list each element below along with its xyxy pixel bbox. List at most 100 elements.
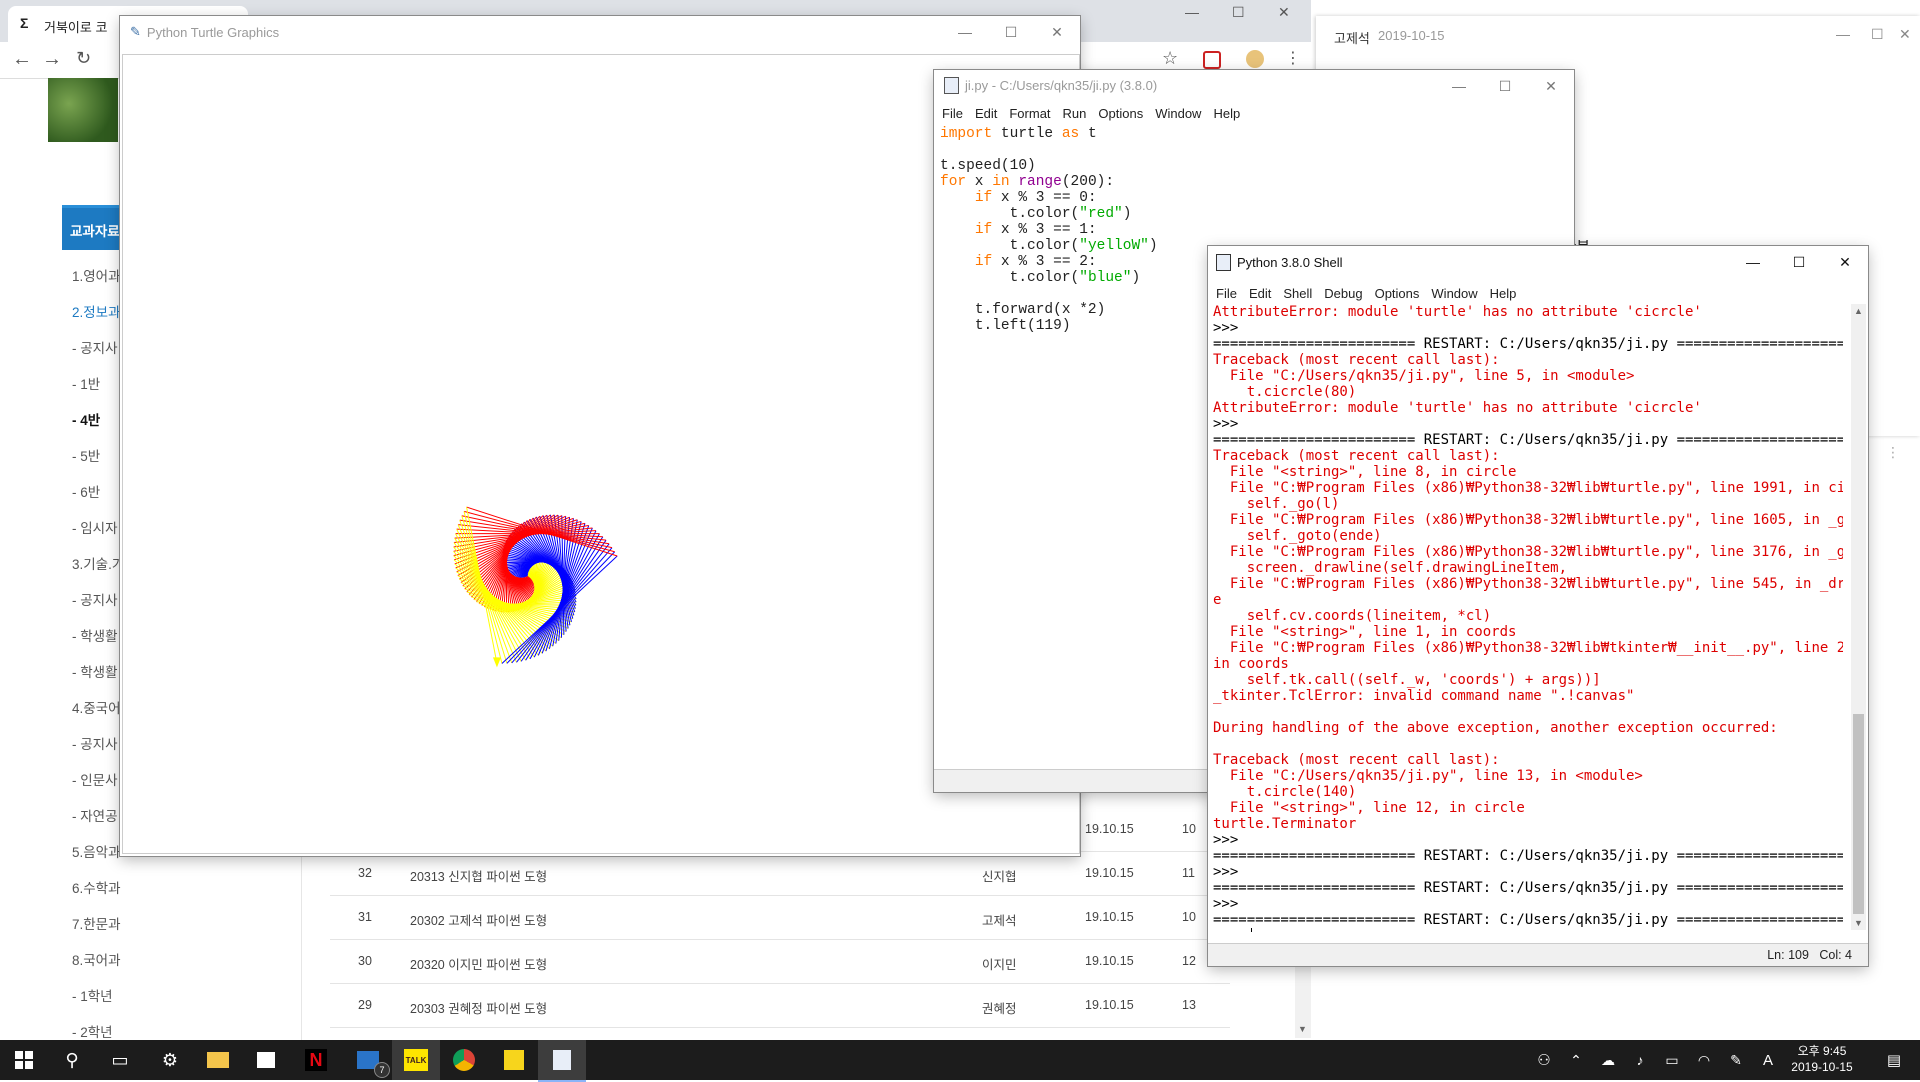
shell-window: Python 3.8.0 Shell — ☐ ✕ FileEditShellDe… <box>1208 246 1868 966</box>
menu-help[interactable]: Help <box>1213 106 1240 121</box>
shell-line: File "C:₩Program Files (x86)₩Python38-32… <box>1213 576 1843 592</box>
shell-line: self._goto(ende) <box>1213 528 1843 544</box>
menu-edit[interactable]: Edit <box>1249 286 1271 301</box>
sidebar-item[interactable]: - 6반 <box>72 481 100 501</box>
profile-icon[interactable] <box>1246 50 1264 68</box>
clock[interactable]: 오후 9:45 2019-10-15 <box>1788 1043 1856 1075</box>
editor-close-button[interactable]: ✕ <box>1528 70 1574 102</box>
sidebar-item[interactable]: 2.정보과 <box>72 301 121 321</box>
menu-window[interactable]: Window <box>1155 106 1201 121</box>
kakaotalk-icon[interactable]: TALK <box>392 1040 440 1080</box>
sidebar-item[interactable]: - 5반 <box>72 445 100 465</box>
shell-scroll-down-icon[interactable]: ▼ <box>1854 918 1863 928</box>
menu-debug[interactable]: Debug <box>1324 286 1362 301</box>
turtle-cursor-icon <box>493 657 501 667</box>
turtle-close-button[interactable]: ✕ <box>1034 16 1080 48</box>
menu-shell[interactable]: Shell <box>1283 286 1312 301</box>
table-row[interactable]: 3220313 신지협 파이썬 도형신지협19.10.1511 <box>330 852 1230 896</box>
task-view-icon[interactable]: ▭ <box>96 1040 144 1080</box>
notes-scroll-indicator-icon[interactable]: ⋮ <box>1886 444 1900 461</box>
shell-line: self.tk.call((self._w, 'coords') + args)… <box>1213 672 1843 688</box>
taskbar: ⚲ ▭ ⚙ N 7 TALK ⚇ ⌃ ☁ ♪ ▭ ◠ ✎ A 오후 9:45 2… <box>0 1040 1920 1080</box>
settings-gear-icon[interactable]: ⚙ <box>146 1040 194 1080</box>
turtle-minimize-button[interactable]: — <box>942 16 988 48</box>
row-date: 19.10.15 <box>1085 910 1134 924</box>
store-icon[interactable] <box>242 1040 290 1080</box>
notes-maximize-button[interactable]: ☐ <box>1871 26 1884 43</box>
sidebar-item[interactable]: - 공지사 <box>72 589 118 609</box>
row-title[interactable]: 20303 권혜정 파이썬 도형 <box>410 998 547 1017</box>
ime-indicator[interactable]: A <box>1744 1040 1792 1080</box>
table-row[interactable]: 3020320 이지민 파이썬 도형이지민19.10.1512 <box>330 940 1230 984</box>
table-row[interactable]: 3120302 고제석 파이썬 도형고제석19.10.1510 <box>330 896 1230 940</box>
extension-icon[interactable] <box>1203 51 1221 69</box>
sidebar-item[interactable]: - 2학년 <box>72 1021 113 1041</box>
notes-title-date: 2019-10-15 <box>1378 28 1445 43</box>
sidebar-item[interactable]: 4.중국어 <box>72 697 121 717</box>
search-icon[interactable]: ⚲ <box>48 1040 96 1080</box>
menu-file[interactable]: File <box>1216 286 1237 301</box>
sidebar-item[interactable]: 5.음악과 <box>72 841 121 861</box>
sidebar-item[interactable]: - 1반 <box>72 373 100 393</box>
sidebar-item[interactable]: - 인문사 <box>72 769 118 789</box>
row-title[interactable]: 20320 이지민 파이썬 도형 <box>410 954 547 973</box>
menu-edit[interactable]: Edit <box>975 106 997 121</box>
editor-minimize-button[interactable]: — <box>1436 70 1482 102</box>
notes-close-button[interactable]: ✕ <box>1899 26 1911 43</box>
chrome-icon[interactable] <box>440 1040 488 1080</box>
sidebar-item[interactable]: - 공지사 <box>72 733 118 753</box>
netflix-icon[interactable]: N <box>292 1040 340 1080</box>
browser-close-button[interactable]: ✕ <box>1278 4 1290 21</box>
shell-maximize-button[interactable]: ☐ <box>1776 246 1822 278</box>
shell-close-button[interactable]: ✕ <box>1822 246 1868 278</box>
sidebar-item[interactable]: 6.수학과 <box>72 877 121 897</box>
shell-line: in coords <box>1213 656 1843 672</box>
reload-icon[interactable]: ↻ <box>76 48 91 69</box>
sticky-notes-icon[interactable] <box>490 1040 538 1080</box>
shell-scroll-thumb[interactable] <box>1853 714 1864 914</box>
back-icon[interactable]: ← <box>12 48 32 71</box>
file-explorer-icon[interactable] <box>194 1040 242 1080</box>
sidebar-item[interactable]: - 공지사 <box>72 337 118 357</box>
notification-center-icon[interactable]: ▤ <box>1870 1040 1918 1080</box>
sidebar-item[interactable]: - 학생활 <box>72 661 118 681</box>
menu-run[interactable]: Run <box>1063 106 1087 121</box>
browser-minimize-button[interactable]: — <box>1185 4 1199 20</box>
shell-scroll-up-icon[interactable]: ▲ <box>1854 306 1863 316</box>
forward-icon[interactable]: → <box>42 48 62 71</box>
shell-scrollbar[interactable]: ▲ ▼ <box>1851 304 1866 930</box>
shell-line: >>> <box>1213 416 1843 432</box>
editor-maximize-button[interactable]: ☐ <box>1482 70 1528 102</box>
sidebar-item[interactable]: 7.한문과 <box>72 913 121 933</box>
sidebar-item[interactable]: - 4반 <box>72 409 100 429</box>
python-idle-icon[interactable] <box>538 1040 586 1082</box>
menu-window[interactable]: Window <box>1431 286 1477 301</box>
outlook-icon[interactable]: 7 <box>344 1040 392 1080</box>
sidebar-item[interactable]: - 학생활 <box>72 625 118 645</box>
sidebar-item[interactable]: 8.국어과 <box>72 949 121 969</box>
sidebar-item[interactable]: 3.기술.가 <box>72 553 124 573</box>
turtle-maximize-button[interactable]: ☐ <box>988 16 1034 48</box>
sidebar-item[interactable]: 1.영어과 <box>72 265 121 285</box>
shell-line: self.cv.coords(lineitem, *cl) <box>1213 608 1843 624</box>
menu-options[interactable]: Options <box>1098 106 1143 121</box>
sidebar-item[interactable]: - 임시자 <box>72 517 118 537</box>
sidebar-item[interactable]: - 1학년 <box>72 985 113 1005</box>
scroll-down-icon[interactable]: ▼ <box>1298 1024 1307 1034</box>
shell-line: AttributeError: module 'turtle' has no a… <box>1213 400 1843 416</box>
shell-minimize-button[interactable]: — <box>1730 246 1776 278</box>
shell-output[interactable]: AttributeError: module 'turtle' has no a… <box>1213 304 1843 932</box>
row-title[interactable]: 20302 고제석 파이썬 도형 <box>410 910 547 929</box>
menu-file[interactable]: File <box>942 106 963 121</box>
menu-help[interactable]: Help <box>1490 286 1517 301</box>
browser-maximize-button[interactable]: ☐ <box>1232 4 1245 21</box>
menu-dots-icon[interactable]: ⋮ <box>1285 48 1301 68</box>
sidebar-item[interactable]: - 자연공 <box>72 805 118 825</box>
table-row[interactable]: 2920303 권혜정 파이썬 도형권혜정19.10.1513 <box>330 984 1230 1028</box>
notes-minimize-button[interactable]: — <box>1836 26 1850 42</box>
start-button[interactable] <box>0 1040 48 1080</box>
menu-format[interactable]: Format <box>1009 106 1050 121</box>
row-title[interactable]: 20313 신지협 파이썬 도형 <box>410 866 547 885</box>
menu-options[interactable]: Options <box>1375 286 1420 301</box>
bookmark-star-icon[interactable]: ☆ <box>1162 48 1178 69</box>
